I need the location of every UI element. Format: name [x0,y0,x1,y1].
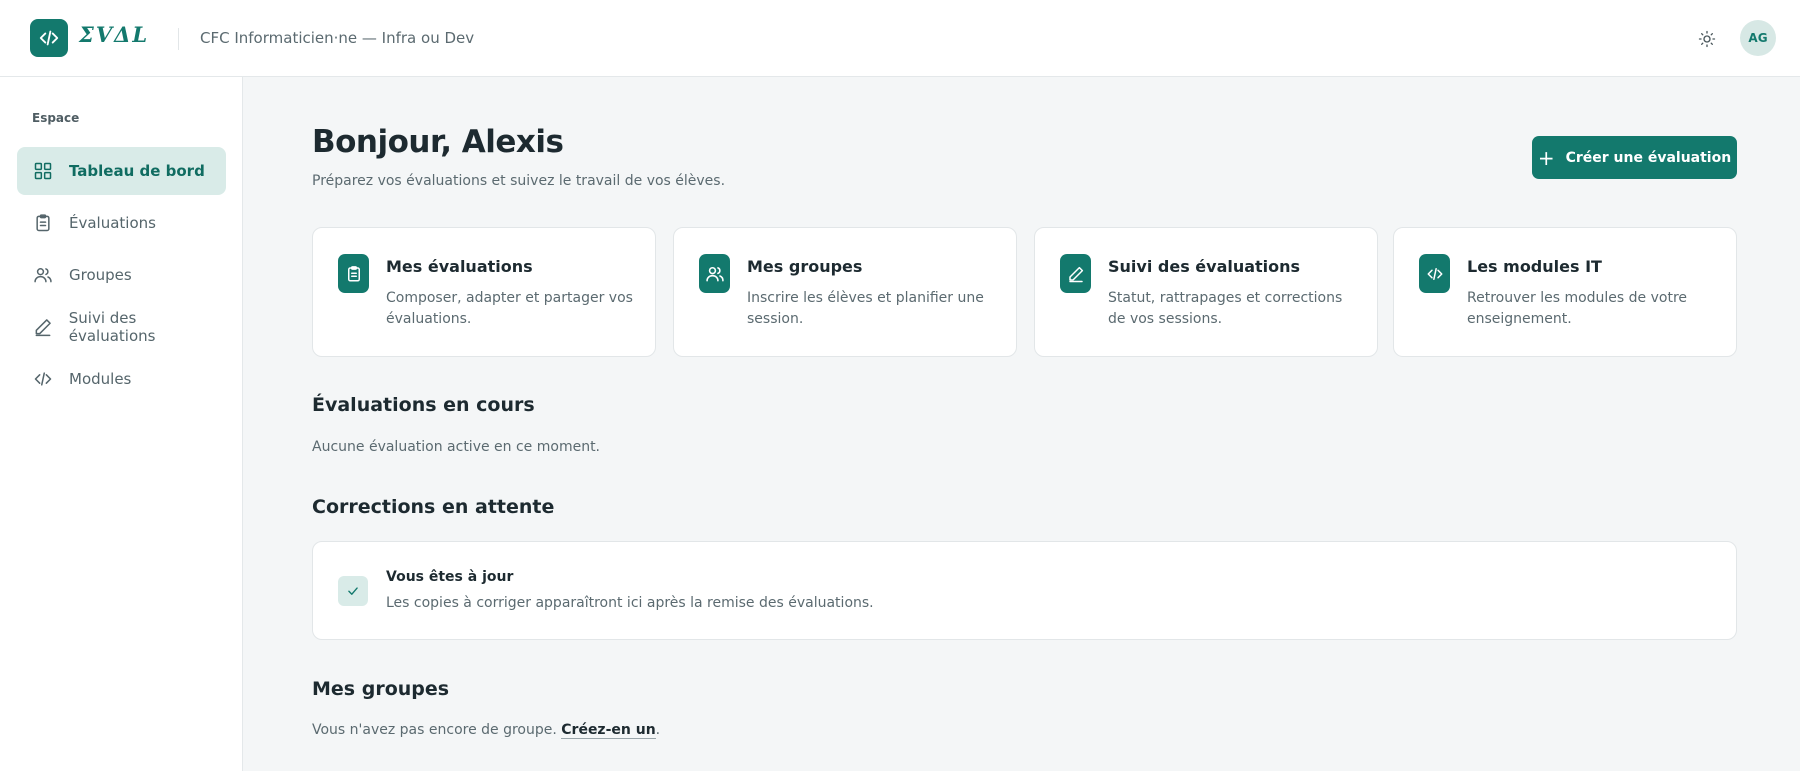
course-title: CFC Informaticien·ne — Infra ou Dev [200,29,475,47]
top-bar: ΣVΔL CFC Informaticien·ne — Infra ou Dev… [0,0,1800,77]
users-icon [699,254,730,293]
pencil-icon [32,316,54,338]
corrections-status-card: Vous êtes à jour Les copies à corriger a… [312,541,1737,640]
sidebar-item-dashboard[interactable]: Tableau de bord [17,147,226,195]
sidebar-item-label: Évaluations [69,214,156,232]
card-evaluation-tracking[interactable]: Suivi des évaluations Statut, rattrapage… [1034,227,1378,357]
users-icon [32,264,54,286]
sidebar-item-modules[interactable]: Modules [17,355,226,403]
card-title: Suivi des évaluations [1108,257,1301,276]
sidebar-item-evaluations[interactable]: Évaluations [17,199,226,247]
card-description: Statut, rattrapages et corrections de vo… [1108,290,1343,327]
section-title-groups: Mes groupes [312,678,450,700]
groups-empty-text: Vous n'avez pas encore de groupe. Créez-… [312,722,661,739]
sidebar-item-label: Tableau de bord [69,162,205,180]
active-empty-text: Aucune évaluation active en ce moment. [312,439,601,455]
main-content: Bonjour, Alexis Préparez vos évaluations… [243,77,1800,771]
card-description: Composer, adapter et partager vos évalua… [386,290,633,327]
status-title: Vous êtes à jour [386,569,514,585]
header-divider [178,28,179,50]
grid-icon [32,160,54,182]
create-evaluation-button[interactable]: + Créer une évaluation [1532,136,1737,179]
plus-icon: + [1537,145,1555,170]
status-text: Les copies à corriger apparaîtront ici a… [386,595,874,611]
clipboard-icon [338,254,369,293]
card-title: Mes groupes [747,257,863,276]
logo-text[interactable]: ΣVΔL [79,22,149,47]
sidebar-item-tracking[interactable]: Suivi des évaluations [17,303,226,351]
create-evaluation-label: Créer une évaluation [1565,149,1732,166]
card-title: Mes évaluations [386,257,533,276]
card-it-modules[interactable]: Les modules IT Retrouver les modules de … [1393,227,1737,357]
code-icon [32,368,54,390]
logo-icon[interactable] [30,19,68,57]
sidebar-section-label: Espace [32,111,80,125]
page-subtitle: Préparez vos évaluations et suivez le tr… [312,173,726,189]
clipboard-icon [32,212,54,234]
pencil-icon [1060,254,1091,293]
card-description: Retrouver les modules de votre enseignem… [1467,290,1688,327]
section-title-active: Évaluations en cours [312,394,535,416]
sidebar-item-label: Suivi des évaluations [68,309,156,345]
groups-empty-label: Vous n'avez pas encore de groupe. [312,722,562,738]
page-title: Bonjour, Alexis [312,124,564,160]
card-my-groups[interactable]: Mes groupes Inscrire les élèves et plani… [673,227,1017,357]
card-title: Les modules IT [1467,257,1602,276]
code-icon [1419,254,1450,293]
sun-icon[interactable] [1695,27,1719,51]
groups-trailing: . [655,722,661,738]
section-title-corrections: Corrections en attente [312,496,555,518]
card-description: Inscrire les élèves et planifier une ses… [747,290,984,327]
check-icon [338,576,368,606]
card-my-evaluations[interactable]: Mes évaluations Composer, adapter et par… [312,227,656,357]
sidebar-item-groups[interactable]: Groupes [17,251,226,299]
sidebar: Espace Tableau de bord Évaluations Group… [0,77,243,771]
avatar[interactable]: AG [1740,20,1776,56]
sidebar-item-label: Groupes [69,266,132,284]
sidebar-item-label: Modules [69,370,132,388]
create-group-link[interactable]: Créez-en un [561,722,656,739]
